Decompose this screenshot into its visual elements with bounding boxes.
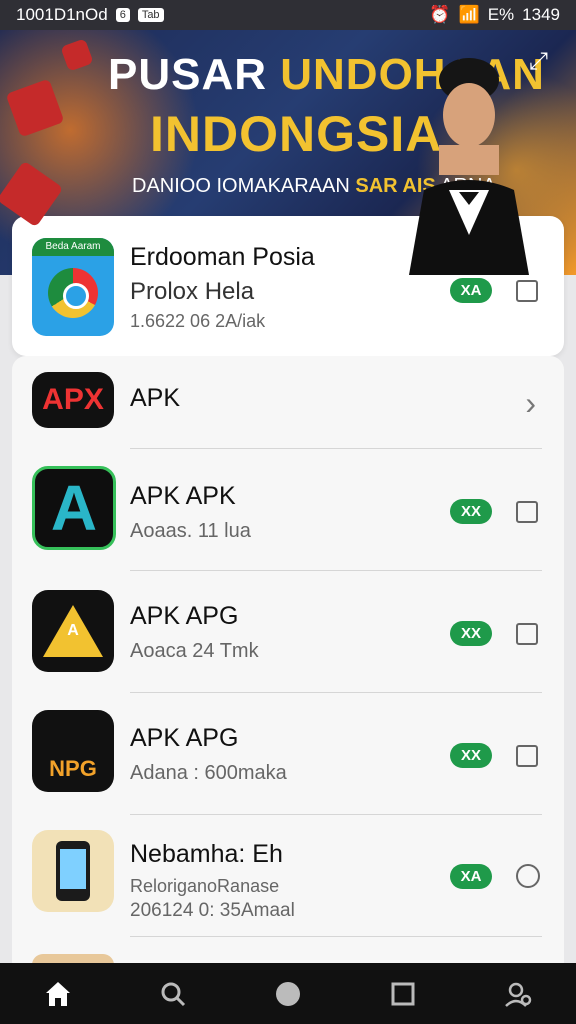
item-badge[interactable]: XX	[450, 499, 492, 524]
list-item[interactable]: NPG APK APG Adana : 600maka XX	[12, 692, 564, 812]
item-checkbox[interactable]	[516, 623, 538, 645]
status-pill-2: Tab	[137, 8, 164, 22]
featured-badge[interactable]: XA	[450, 278, 492, 303]
phone-icon	[56, 841, 90, 901]
item-title: APK APG	[130, 602, 239, 630]
featured-title: Erdooman Posia	[130, 243, 315, 271]
app-list: APX APK › A APK APK Aoaas. 11 lua XX A A…	[12, 356, 564, 976]
list-item[interactable]: Nebamha: Eh ReloriganoRanase 206124 0: 3…	[12, 814, 564, 934]
icon-letter: A	[67, 622, 79, 639]
item-subtitle-2: 206124 0: 35Amaal	[130, 900, 295, 921]
featured-checkbox[interactable]	[516, 280, 538, 302]
banner-subtitle-part1: DANIOO IOMAKARAAN	[132, 175, 356, 197]
item-title: APK APK	[130, 482, 236, 510]
app-icon-device	[32, 830, 114, 912]
status-bar: 1001D1nOd 6 Tab ⏰ 📶 E% 1349	[0, 0, 576, 30]
item-title: Nebamha: Eh	[130, 840, 283, 868]
item-checkbox[interactable]	[516, 745, 538, 767]
item-radio[interactable]	[516, 864, 540, 888]
person-image	[409, 58, 529, 275]
expand-icon[interactable]: ⤢	[529, 48, 548, 76]
item-badge[interactable]: XX	[450, 621, 492, 646]
app-icon-npg: NPG	[32, 710, 114, 792]
wifi-icon: 📶	[458, 5, 480, 24]
status-pill-1: 6	[115, 8, 130, 22]
circle-icon[interactable]	[268, 974, 308, 1014]
item-subtitle: Aoaca 24 Tmk	[130, 640, 259, 662]
item-subtitle: ReloriganoRanase	[130, 876, 280, 896]
icon-center	[63, 283, 89, 309]
status-left-text: 1001D1nOd	[16, 5, 108, 24]
featured-app-icon: Beda Aaram	[32, 238, 114, 336]
item-subtitle: Adana : 600maka	[130, 762, 287, 784]
featured-icon-label: Beda Aaram	[32, 238, 114, 256]
red-card-icon	[5, 78, 65, 138]
banner-title-part1: PUSAR	[108, 50, 281, 99]
time-text: 1349	[522, 5, 560, 24]
list-item[interactable]: A APK APK Aoaas. 11 lua XX	[12, 448, 564, 568]
featured-meta: 1.6622 06 2A/iak	[130, 311, 266, 331]
user-icon[interactable]	[498, 974, 538, 1014]
item-badge[interactable]: XA	[450, 864, 492, 889]
alarm-icon: ⏰	[429, 5, 451, 24]
bottom-nav	[0, 963, 576, 1024]
battery-text: E%	[487, 5, 515, 24]
search-icon[interactable]	[153, 974, 193, 1014]
item-title: APK APG	[130, 724, 239, 752]
item-badge[interactable]: XX	[450, 743, 492, 768]
phone-screen	[60, 849, 86, 889]
home-icon[interactable]	[38, 974, 78, 1014]
chevron-right-icon[interactable]: ›	[525, 387, 536, 419]
item-subtitle: Aoaas. 11 lua	[130, 520, 251, 542]
app-icon-green: A	[32, 466, 116, 550]
red-card-icon	[60, 38, 94, 72]
app-icon-colorful: A	[32, 590, 114, 672]
featured-subtitle: Prolox Hela	[130, 278, 255, 305]
square-icon[interactable]	[383, 974, 423, 1014]
item-title: APK	[130, 384, 181, 412]
apx-icon: APX	[32, 372, 114, 428]
item-checkbox[interactable]	[516, 501, 538, 523]
list-item[interactable]: A APK APG Aoaca 24 Tmk XX	[12, 570, 564, 690]
